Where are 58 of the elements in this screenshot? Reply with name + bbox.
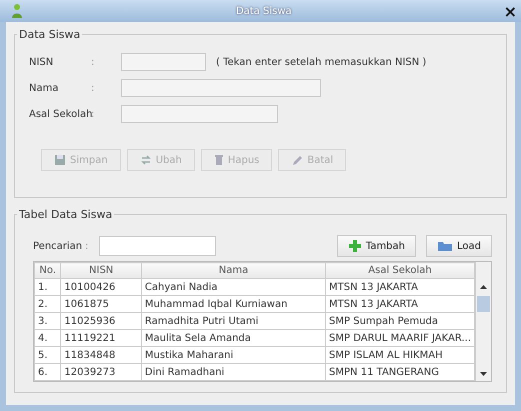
hint-text: ( Tekan enter setelah memasukkan NISN ) (216, 56, 428, 68)
table-cell: Muhammad Iqbal Kurniawan (141, 296, 326, 312)
up-arrow-icon (480, 284, 487, 288)
input-field[interactable] (121, 53, 206, 71)
colon: : (91, 108, 96, 120)
table-cell: Dini Ramadhani (141, 364, 326, 380)
field-label: NISN (29, 56, 54, 68)
window-title: Data Siswa (234, 6, 293, 16)
table-cell: 11834848 (60, 346, 142, 364)
folder-icon (437, 240, 453, 252)
table-cell: 3. (34, 312, 61, 330)
close-button[interactable]: × (504, 2, 517, 20)
action-button[interactable]: Tambah (336, 235, 416, 257)
column-header: No. (34, 262, 61, 278)
floppy-icon (54, 154, 66, 166)
table-cell: Maulita Sela Amanda (141, 330, 326, 346)
table-cell: 5. (34, 346, 61, 364)
search-label: Pencarian (33, 240, 84, 252)
input-field[interactable] (121, 79, 321, 97)
down-arrow-icon (480, 372, 487, 376)
column-header: NISN (60, 262, 142, 278)
table-cell: MTSN 13 JAKARTA (326, 296, 474, 312)
colon: : (91, 82, 96, 94)
trash-icon (214, 154, 224, 166)
panel-title: Tabel Data Siswa (18, 208, 114, 221)
panel-title: Data Siswa (18, 28, 82, 41)
colon: : (91, 56, 96, 68)
app-icon (10, 3, 24, 19)
table-cell: 10100426 (60, 278, 142, 296)
field-label: Asal Sekolah (29, 108, 91, 120)
table-cell: 1. (34, 278, 61, 296)
table-cell: 12039273 (60, 364, 142, 380)
table-cell: 4. (34, 330, 61, 346)
pencil-icon (291, 154, 304, 166)
table-cell: MTSN 13 JAKARTA (326, 278, 474, 296)
swap-arrows-icon (140, 154, 152, 166)
table-cell: 6. (34, 364, 61, 380)
plus-icon (348, 239, 362, 253)
action-button[interactable]: Load (426, 235, 492, 257)
table-cell: SMP DARUL MAARIF JAKAR... (326, 330, 474, 346)
table-cell: 11119221 (60, 330, 142, 346)
scrollbar[interactable] (475, 262, 491, 381)
input-field[interactable] (121, 105, 278, 123)
column-header: Asal Sekolah (326, 262, 474, 278)
table-cell: 2. (34, 296, 61, 312)
table-cell: 1061875 (60, 296, 142, 312)
table-cell: SMPN 11 TANGERANG (326, 364, 474, 380)
table-cell: Cahyani Nadia (141, 278, 326, 296)
table-cell: Mustika Maharani (141, 346, 326, 364)
search-field[interactable] (99, 236, 216, 256)
table-cell: SMP Sumpah Pemuda (326, 312, 474, 330)
table-cell: SMP ISLAM AL HIKMAH (326, 346, 474, 364)
colon: : (85, 240, 90, 252)
table-cell: 11025936 (60, 312, 142, 330)
table-cell: Ramadhita Putri Utami (141, 312, 326, 330)
scroll-thumb[interactable] (477, 296, 490, 312)
field-label: Nama (29, 82, 60, 94)
column-header: Nama (141, 262, 326, 278)
